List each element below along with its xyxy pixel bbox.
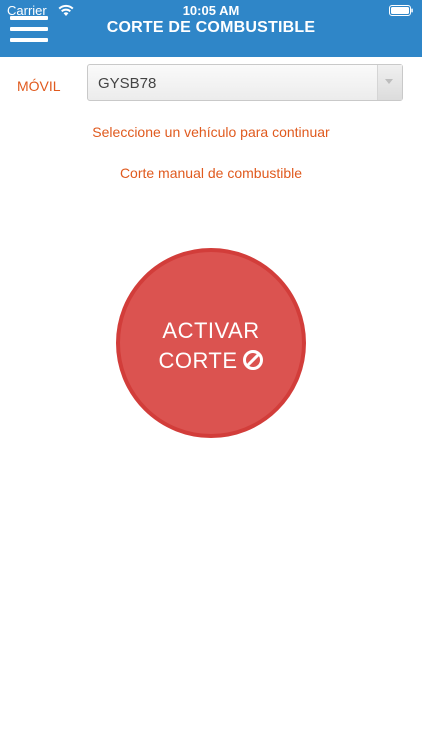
vehicle-label: MÓVIL [17,78,61,94]
activate-cut-button[interactable]: ACTIVAR CORTE [116,248,306,438]
vehicle-select[interactable]: GYSB78 [87,64,403,101]
battery-icon [389,5,413,16]
app-header: Carrier 10:05 AM CORTE DE COMBUSTIBLE [0,0,422,57]
chevron-down-icon [385,79,393,84]
activate-label-line2: CORTE [158,348,238,373]
status-bar: Carrier 10:05 AM [0,0,422,20]
ban-icon [242,350,263,370]
vehicle-selected-value: GYSB78 [98,75,157,92]
select-vehicle-hint: Seleccione un vehículo para continuar [92,124,330,140]
select-arrow-button[interactable] [377,65,402,100]
activate-label-line1: ACTIVAR [162,318,260,343]
page-title: CORTE DE COMBUSTIBLE [106,19,316,36]
activate-label-line2-wrapper: CORTE [120,348,302,374]
manual-cut-link[interactable]: Corte manual de combustible [0,165,422,181]
status-time: 10:05 AM [182,3,240,18]
